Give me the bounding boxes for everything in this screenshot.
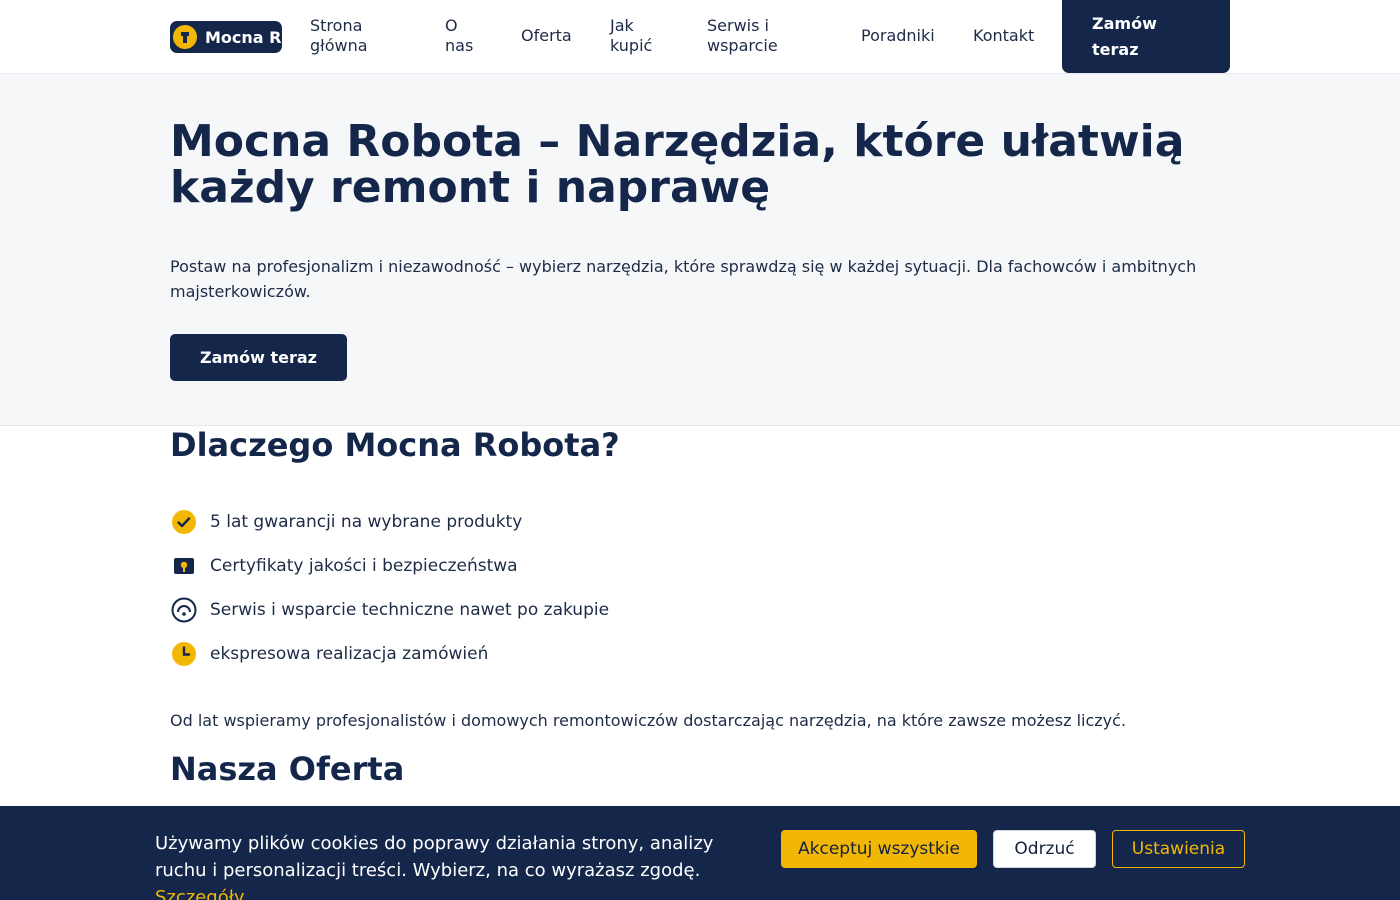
cookie-details-link[interactable]: Szczegóły	[155, 887, 245, 900]
cookie-message: Używamy plików cookies do poprawy działa…	[155, 833, 714, 881]
hero-title: Mocna Robota – Narzędzia, które ułatwią …	[170, 116, 1185, 213]
accept-all-button[interactable]: Akceptuj wszystkie	[781, 830, 977, 868]
feature-item: ekspresowa realizacja zamówień	[170, 640, 488, 668]
nav-service-support[interactable]: Serwis i wsparcie	[707, 16, 778, 56]
logo[interactable]: Mocna Robota	[170, 21, 282, 53]
nav-contact[interactable]: Kontakt	[973, 26, 1034, 46]
support-icon	[170, 596, 198, 624]
why-title: Dlaczego Mocna Robota?	[170, 426, 620, 464]
order-now-button[interactable]: Zamów teraz	[170, 334, 347, 381]
why-paragraph: Od lat wspieramy profesjonalistów i domo…	[170, 711, 1127, 730]
nav-home[interactable]: Strona główna	[310, 16, 368, 56]
hero-text: Postaw na profesjonalizm i niezawodność …	[170, 257, 1197, 301]
feature-text: ekspresowa realizacja zamówień	[210, 644, 489, 664]
offer-title: Nasza Oferta	[170, 750, 405, 788]
nav-how-to-buy[interactable]: Jak kupić	[610, 16, 652, 56]
hero-section: Mocna Robota – Narzędzia, które ułatwią …	[0, 74, 1400, 426]
cookie-settings-button[interactable]: Ustawienia	[1112, 830, 1245, 868]
feature-item: Certyfikaty jakości i bezpieczeństwa	[170, 552, 518, 580]
check-badge-icon	[170, 508, 198, 536]
certificate-icon	[170, 552, 198, 580]
nav-guides[interactable]: Poradniki	[861, 26, 935, 46]
reject-button[interactable]: Odrzuć	[993, 830, 1096, 868]
nav-offer[interactable]: Oferta	[521, 26, 572, 46]
logo-text: Mocna Robota	[205, 27, 282, 47]
feature-text: 5 lat gwarancji na wybrane produkty	[210, 512, 523, 532]
order-now-nav-button[interactable]: Zamów teraz	[1062, 0, 1230, 73]
feature-item: Serwis i wsparcie techniczne nawet po za…	[170, 596, 609, 624]
nav-about[interactable]: O nas	[445, 16, 473, 56]
cookie-banner: Używamy plików cookies do poprawy działa…	[0, 806, 1400, 900]
clock-icon	[170, 640, 198, 668]
feature-text: Certyfikaty jakości i bezpieczeństwa	[210, 556, 518, 576]
feature-text: Serwis i wsparcie techniczne nawet po za…	[210, 600, 610, 620]
site-header: Mocna Robota Strona główna O nas Oferta …	[0, 0, 1400, 74]
feature-item: 5 lat gwarancji na wybrane produkty	[170, 508, 522, 536]
logo-mark-icon	[173, 25, 197, 49]
cookie-text: Używamy plików cookies do poprawy działa…	[155, 830, 755, 900]
